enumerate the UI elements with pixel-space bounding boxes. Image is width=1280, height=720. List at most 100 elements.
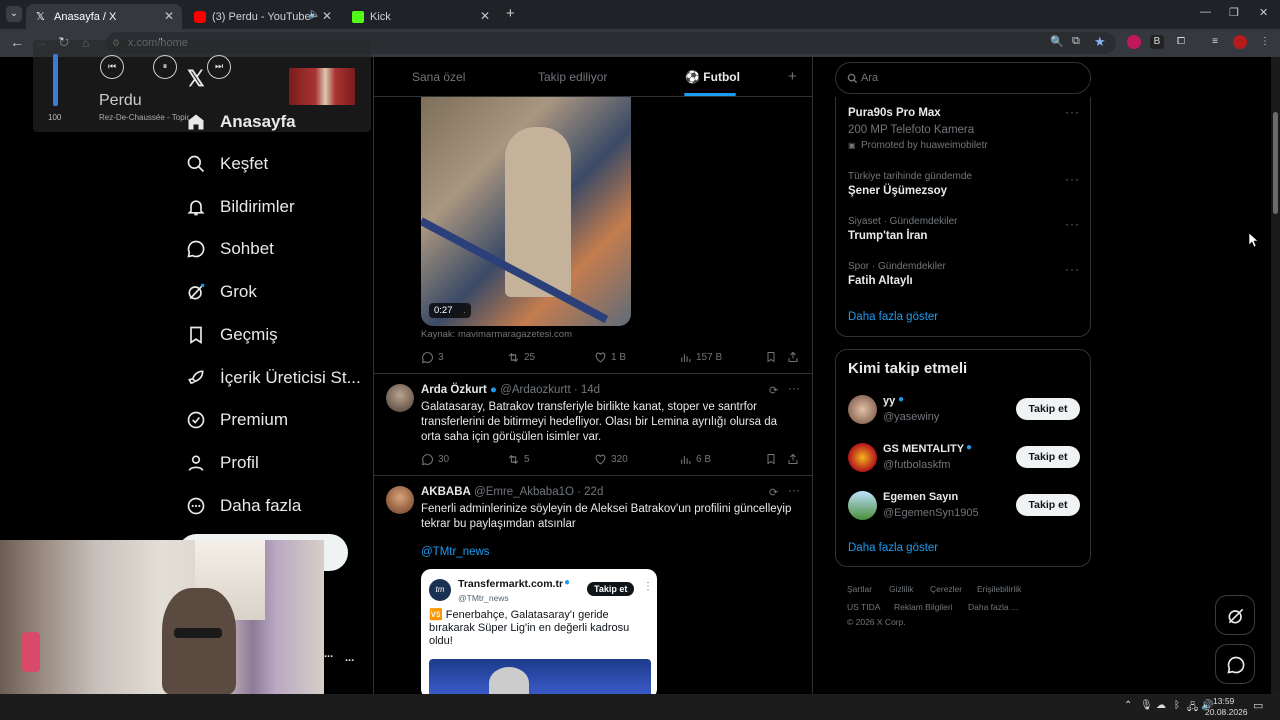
more-icon[interactable]: ··· — [1065, 262, 1080, 276]
bookmark-star-icon[interactable]: ★ — [1094, 34, 1106, 50]
restore-icon[interactable]: ❐ — [1229, 6, 1239, 19]
microphone-icon[interactable]: 🎙 — [1140, 700, 1153, 711]
nav-item-creator-studio[interactable]: İçerik Üreticisi St... — [186, 361, 361, 395]
tweet-video[interactable]: 0:27 . — [421, 97, 631, 326]
extension-icon[interactable] — [1127, 35, 1141, 49]
add-tab-button[interactable]: + — [788, 68, 797, 85]
tray-chevron-icon[interactable]: ⌃ — [1124, 700, 1132, 711]
notification-icon[interactable]: ▭ — [1253, 699, 1263, 712]
search-box[interactable]: Ara — [835, 62, 1091, 94]
footer-link[interactable]: Erişilebilirlik — [977, 584, 1021, 594]
close-icon[interactable]: ✕ — [322, 9, 332, 23]
more-icon[interactable]: ··· — [788, 381, 800, 395]
pause-icon[interactable]: ⏸ — [153, 55, 177, 79]
install-app-icon[interactable]: ⧉ — [1072, 35, 1080, 48]
speaker-icon[interactable]: 🔈 — [308, 9, 320, 20]
author-name[interactable]: AKBABA — [421, 486, 471, 498]
follow-button[interactable]: Takip et — [1016, 446, 1080, 468]
follow-button[interactable]: Takip et — [1016, 398, 1080, 420]
minimize-icon[interactable]: — — [1200, 6, 1211, 18]
quote-follow-button[interactable]: Takip et — [587, 582, 635, 596]
footer-link[interactable]: US TIDA — [847, 602, 880, 612]
nav-item-chat[interactable]: Sohbet — [186, 232, 274, 266]
repost-button[interactable]: 5 — [507, 453, 530, 466]
tab-kick[interactable]: Kick ✕ — [342, 4, 498, 29]
like-button[interactable]: 1 B — [594, 351, 626, 364]
nav-item-home[interactable]: Anasayfa — [186, 105, 296, 139]
avatar[interactable] — [848, 491, 877, 520]
nav-item-history[interactable]: Geçmiş — [186, 318, 278, 352]
x-logo-icon[interactable]: 𝕏 — [187, 66, 205, 92]
grok-icon[interactable]: ⟳ — [769, 384, 778, 397]
nav-item-grok[interactable]: Grok — [186, 275, 257, 309]
reply-button[interactable]: 30 — [421, 453, 449, 466]
share-button[interactable] — [787, 453, 803, 465]
avatar[interactable] — [848, 443, 877, 472]
footer-link[interactable]: Daha fazla ... — [968, 602, 1018, 612]
like-button[interactable]: 320 — [594, 453, 628, 466]
mention-link[interactable]: @TMtr_news — [421, 546, 490, 558]
nav-item-more[interactable]: Daha fazla — [186, 489, 301, 523]
back-icon[interactable]: ← — [10, 34, 24, 50]
close-icon[interactable]: ✕ — [164, 9, 174, 23]
author-name[interactable]: Arda Özkurt — [421, 384, 487, 396]
extension-icon[interactable]: B — [1150, 35, 1164, 49]
puzzle-icon[interactable]: ⧠ — [1174, 35, 1188, 49]
previous-track-icon[interactable]: ⏮ — [100, 55, 124, 79]
more-icon[interactable]: ··· — [788, 483, 800, 497]
nav-item-explore[interactable]: Keşfet — [186, 147, 268, 181]
more-icon[interactable]: ⋮ — [643, 581, 653, 592]
avatar[interactable] — [386, 486, 414, 514]
network-icon[interactable]: 🖧 — [1187, 700, 1198, 717]
views-button[interactable]: 157 B — [679, 351, 722, 364]
account-more-dots[interactable]: ... — [345, 652, 354, 664]
footer-link[interactable]: Reklam Bilgileri — [894, 602, 953, 612]
author-handle[interactable]: @Emre_Akbaba1O · 22d — [474, 486, 603, 498]
cloud-icon[interactable]: ☁ — [1156, 700, 1166, 711]
nav-item-notifications[interactable]: Bildirimler — [186, 190, 295, 224]
next-track-icon[interactable]: ⏭ — [207, 55, 231, 79]
quoted-tweet[interactable]: tm Transfermarkt.com.tr ● @TMtr_news Tak… — [421, 569, 657, 694]
tab-for-you[interactable]: Sana özel — [412, 70, 465, 84]
window-close-icon[interactable]: ✕ — [1259, 6, 1268, 19]
more-icon[interactable]: ··· — [1065, 217, 1080, 231]
grok-float-button[interactable] — [1215, 595, 1255, 635]
views-button[interactable]: 6 B — [679, 453, 711, 466]
tab-football[interactable]: ⚽ Futbol — [685, 70, 740, 84]
avatar[interactable] — [848, 395, 877, 424]
share-button[interactable] — [787, 351, 803, 363]
repost-button[interactable]: 25 — [507, 351, 535, 364]
page-scrollbar[interactable] — [1271, 57, 1280, 694]
nav-item-premium[interactable]: Premium — [186, 403, 288, 437]
tab-youtube[interactable]: (3) Perdu - YouTube 🔈 ✕ — [184, 4, 340, 29]
messages-float-button[interactable] — [1215, 644, 1255, 684]
avatar[interactable] — [386, 384, 414, 412]
grok-icon[interactable]: ⟳ — [769, 486, 778, 499]
bookmark-button[interactable] — [765, 453, 781, 465]
zoom-icon[interactable]: 🔍 — [1050, 35, 1064, 48]
author-handle[interactable]: @Ardaozkurtt · 14d — [500, 384, 600, 396]
footer-link[interactable]: Gizlilik — [889, 584, 914, 594]
follow-button[interactable]: Takip et — [1016, 494, 1080, 516]
more-icon[interactable]: ··· — [1065, 105, 1080, 119]
footer-link[interactable]: Çerezler — [930, 584, 962, 594]
more-icon[interactable]: ··· — [1065, 172, 1080, 186]
show-more-follow[interactable]: Daha fazla göster — [848, 542, 938, 554]
bluetooth-icon[interactable]: ᛒ — [1174, 700, 1180, 711]
close-icon[interactable]: ✕ — [480, 9, 490, 23]
clock-date[interactable]: 20.08.2026 — [1205, 707, 1248, 717]
account-more-dots[interactable]: ... — [324, 648, 333, 660]
scrollbar-thumb[interactable] — [1273, 112, 1278, 214]
nav-item-profile[interactable]: Profil — [186, 446, 259, 480]
tab-list-chevron-icon[interactable]: ⌄ — [6, 6, 22, 22]
reading-list-icon[interactable]: ≡ — [1208, 35, 1222, 49]
tab-x-home[interactable]: 𝕏 Anasayfa / X ✕ — [26, 4, 182, 29]
new-tab-button[interactable]: + — [506, 5, 515, 22]
footer-link[interactable]: Şartlar — [847, 584, 872, 594]
volume-slider[interactable] — [53, 54, 58, 106]
show-more-trends[interactable]: Daha fazla göster — [848, 311, 938, 323]
tab-following[interactable]: Takip ediliyor — [538, 70, 607, 84]
profile-avatar-icon[interactable] — [1233, 35, 1247, 49]
bookmark-button[interactable] — [765, 351, 781, 363]
reply-button[interactable]: 3 — [421, 351, 444, 364]
